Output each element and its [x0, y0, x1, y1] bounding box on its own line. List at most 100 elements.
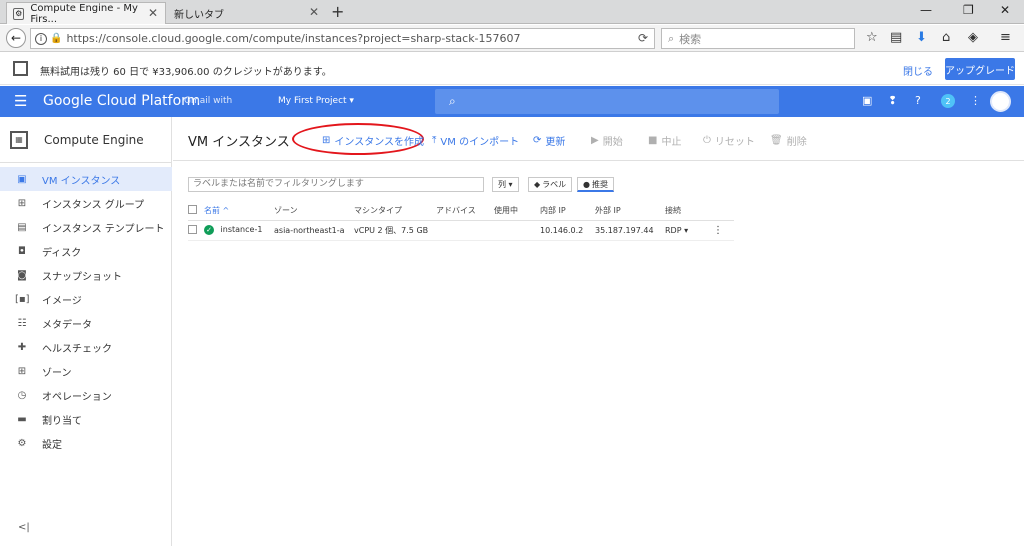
upgrade-button[interactable]: アップグレード: [945, 58, 1015, 80]
cloud-shell-icon[interactable]: ▣: [862, 94, 872, 107]
column-header-connect[interactable]: 接続: [665, 202, 713, 221]
more-actions-icon[interactable]: ⋮: [713, 225, 723, 236]
console-search-input[interactable]: ⌕: [435, 89, 779, 114]
refresh-button[interactable]: ⟳ 更新: [533, 133, 565, 148]
connect-rdp-dropdown[interactable]: RDP ▾: [665, 220, 713, 241]
sidebar-item-zones[interactable]: ⊞ ゾーン: [0, 359, 172, 383]
recommendations-button[interactable]: ● 推奨: [577, 177, 614, 192]
brand-title[interactable]: Google Cloud Platform: [43, 93, 200, 109]
stop-button[interactable]: ■ 中止: [648, 133, 681, 148]
external-ip-cell[interactable]: 35.187.197.44: [595, 220, 665, 241]
select-all-checkbox[interactable]: [188, 205, 197, 215]
browser-tab-strip: ⚙ Compute Engine - My Firs... ✕ 新しいタブ ✕ …: [0, 0, 1024, 25]
row-checkbox[interactable]: [188, 224, 197, 234]
running-status-icon: ✓: [204, 225, 214, 235]
reload-icon[interactable]: ⟳: [638, 31, 648, 45]
instance-name-link[interactable]: instance-1: [221, 225, 263, 234]
health-icon: ✚: [17, 341, 27, 353]
filter-input[interactable]: ラベルまたは名前でフィルタリングします: [188, 177, 484, 192]
table-row[interactable]: ✓ instance-1 asia-northeast1-a vCPU 2 個、…: [188, 220, 734, 241]
delete-button[interactable]: 🗑 削除: [770, 133, 807, 148]
sidebar-item-health-checks[interactable]: ✚ ヘルスチェック: [0, 335, 172, 359]
template-icon: ▤: [17, 221, 27, 233]
column-header-machine-type[interactable]: マシンタイプ: [354, 202, 436, 221]
reset-label: リセット: [714, 137, 755, 148]
column-header-name[interactable]: 名前 ^: [204, 202, 274, 221]
menu-icon[interactable]: ≡: [1000, 30, 1011, 45]
labels-label: ラベル: [542, 180, 567, 189]
search-icon: ⌕: [668, 31, 675, 45]
sidebar-item-operations[interactable]: ◷ オペレーション: [0, 383, 172, 407]
sidebar-item-label: ディスク: [42, 247, 82, 259]
power-icon: ⏻: [703, 135, 711, 146]
reading-list-icon[interactable]: ▤: [890, 30, 902, 45]
internal-ip-cell: 10.146.0.2: [540, 220, 595, 241]
collapse-sidebar-icon[interactable]: <|: [18, 522, 30, 533]
sidebar-item-label: スナップショット: [42, 271, 122, 283]
start-button[interactable]: ▶ 開始: [591, 133, 623, 148]
sidebar-item-vm-instances[interactable]: ▣ VM インスタンス: [0, 167, 172, 191]
sidebar-item-disks[interactable]: ◘ ディスク: [0, 239, 172, 263]
sidebar-item-label: オペレーション: [42, 391, 112, 403]
dismiss-link[interactable]: 閉じる: [903, 63, 933, 78]
close-tab-icon[interactable]: ✕: [309, 5, 319, 19]
new-tab-icon[interactable]: +: [331, 2, 344, 21]
column-header-internal-ip[interactable]: 内部 IP: [540, 202, 595, 221]
import-vm-button[interactable]: ⤒ VM のインポート: [432, 133, 519, 148]
column-header-advice[interactable]: アドバイス: [436, 202, 494, 221]
bookmark-star-icon[interactable]: ☆: [866, 30, 878, 45]
create-instance-button[interactable]: ⊞ インスタンスを作成: [322, 133, 424, 148]
reset-button[interactable]: ⏻ リセット: [703, 133, 755, 148]
sidebar-item-snapshots[interactable]: ◙ スナップショット: [0, 263, 172, 287]
project-selector[interactable]: My First Project ▾: [278, 96, 354, 106]
sidebar-item-instance-templates[interactable]: ▤ インスタンス テンプレート: [0, 215, 172, 239]
sidebar-item-label: ゾーン: [42, 367, 72, 379]
sidebar-item-label: インスタンス テンプレート: [42, 223, 165, 235]
more-options-icon[interactable]: ⋮: [970, 94, 981, 107]
sidebar-item-metadata[interactable]: ☷ メタデータ: [0, 311, 172, 335]
sidebar-item-label: メタデータ: [42, 319, 92, 331]
address-bar[interactable]: i 🔒 https://console.cloud.google.com/com…: [30, 28, 655, 49]
lock-icon: 🔒: [50, 33, 63, 44]
column-header-external-ip[interactable]: 外部 IP: [595, 202, 665, 221]
trial-banner: 無料試用は残り 60 日で ¥33,906.00 のクレジットがあります。 閉じ…: [0, 53, 1024, 85]
notifications-badge[interactable]: 2: [941, 94, 955, 108]
metadata-icon: ☷: [17, 317, 27, 329]
clock-icon: ◷: [17, 389, 27, 401]
avatar[interactable]: [990, 91, 1011, 112]
labels-button[interactable]: ◆ ラベル: [528, 177, 573, 192]
refresh-icon: ⟳: [533, 135, 542, 146]
back-arrow-icon[interactable]: ←: [6, 28, 26, 48]
sidebar-item-quotas[interactable]: ▬ 割り当て: [0, 407, 172, 431]
quota-icon: ▬: [17, 413, 27, 425]
pocket-icon[interactable]: ◈: [968, 30, 978, 45]
account-label: Gmail with: [184, 96, 233, 106]
browser-tab-new[interactable]: 新しいタブ ✕: [168, 2, 326, 24]
sidebar-item-label: 設定: [42, 439, 62, 451]
column-header-in-use[interactable]: 使用中: [494, 202, 540, 221]
lightbulb-icon: ●: [583, 179, 590, 189]
columns-dropdown[interactable]: 列 ▾: [492, 177, 519, 192]
close-tab-icon[interactable]: ✕: [148, 6, 158, 20]
compute-engine-favicon-icon: ⚙: [13, 7, 25, 20]
minimize-icon[interactable]: —: [920, 3, 932, 17]
browser-search-input[interactable]: ⌕ 検索: [661, 28, 855, 49]
row-select-cell: [188, 220, 204, 241]
close-window-icon[interactable]: ✕: [1000, 3, 1010, 17]
restore-icon[interactable]: ❐: [963, 3, 974, 17]
group-icon: ⊞: [17, 197, 27, 209]
help-icon[interactable]: ?: [915, 94, 921, 107]
download-icon[interactable]: ⬇: [916, 30, 927, 45]
sidebar-item-instance-groups[interactable]: ⊞ インスタンス グループ: [0, 191, 172, 215]
trial-message: 無料試用は残り 60 日で ¥33,906.00 のクレジットがあります。: [40, 67, 332, 78]
home-icon[interactable]: ⌂: [942, 30, 950, 45]
info-icon[interactable]: i: [35, 32, 47, 45]
hamburger-menu-icon[interactable]: ☰: [14, 94, 27, 109]
browser-tab-active[interactable]: ⚙ Compute Engine - My Firs... ✕: [6, 2, 166, 25]
column-header-zone[interactable]: ゾーン: [274, 202, 354, 221]
machine-type-cell: vCPU 2 個、7.5 GB: [354, 220, 436, 241]
url-text: https://console.cloud.google.com/compute…: [66, 32, 521, 45]
feedback-icon[interactable]: ❢: [888, 94, 897, 107]
sidebar-item-settings[interactable]: ⚙ 設定: [0, 431, 172, 455]
sidebar-item-images[interactable]: [▪] イメージ: [0, 287, 172, 311]
